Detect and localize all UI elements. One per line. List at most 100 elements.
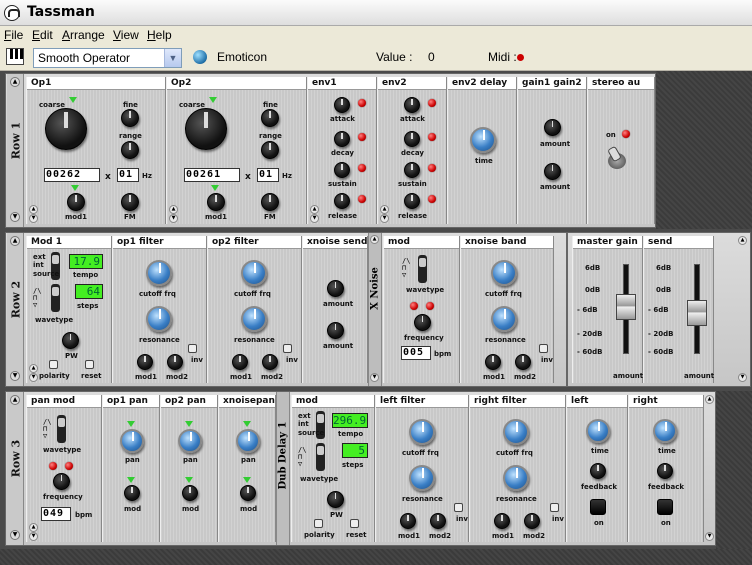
scroll-up-icon[interactable]: ▲ xyxy=(380,205,389,214)
decay-knob[interactable] xyxy=(334,131,350,147)
wavetype-switch[interactable] xyxy=(418,255,427,283)
scroll-up-icon[interactable]: ▲ xyxy=(310,205,319,214)
tempo-display[interactable]: 296.9 xyxy=(332,413,368,428)
frequency-display[interactable]: 00261 xyxy=(184,168,240,182)
frequency-knob[interactable] xyxy=(53,473,70,490)
feedback-knob[interactable] xyxy=(657,463,673,479)
attack-knob[interactable] xyxy=(334,97,350,113)
coarse-knob[interactable] xyxy=(185,108,227,150)
scroll-up-icon[interactable]: ▲ xyxy=(705,395,714,404)
pw-knob[interactable] xyxy=(62,332,79,349)
row-down-arrow[interactable]: ▼ xyxy=(10,530,20,540)
on-toggle-switch[interactable] xyxy=(607,145,626,169)
row-up-arrow[interactable]: ▲ xyxy=(10,77,20,87)
scroll-up-icon[interactable]: ▲ xyxy=(370,235,379,244)
scroll-up-icon[interactable]: ▲ xyxy=(29,205,38,214)
mod2-knob[interactable] xyxy=(262,354,278,370)
reset-button[interactable] xyxy=(350,519,359,528)
menu-view[interactable]: View xyxy=(113,28,139,42)
scroll-down-icon[interactable]: ▼ xyxy=(29,532,38,541)
resonance-knob[interactable] xyxy=(409,465,435,491)
cutoff-knob[interactable] xyxy=(491,260,517,286)
fm-knob[interactable] xyxy=(121,193,139,211)
mod1-knob[interactable] xyxy=(494,513,510,529)
frequency-knob[interactable] xyxy=(414,314,431,331)
bpm-display[interactable]: 049 xyxy=(41,507,71,521)
wavetype-switch[interactable] xyxy=(57,415,66,443)
scroll-down-icon[interactable]: ▼ xyxy=(370,373,379,382)
mod1-knob[interactable] xyxy=(207,193,225,211)
scroll-down-icon[interactable]: ▼ xyxy=(169,214,178,223)
invert-button[interactable] xyxy=(188,344,197,353)
tempo-display[interactable]: 17.9 xyxy=(69,254,103,269)
mod2-knob[interactable] xyxy=(430,513,446,529)
scroll-up-icon[interactable]: ▲ xyxy=(169,205,178,214)
invert-button[interactable] xyxy=(550,503,559,512)
sustain-knob[interactable] xyxy=(334,162,350,178)
send-fader[interactable] xyxy=(687,300,707,326)
pan-knob[interactable] xyxy=(236,429,260,453)
scroll-down-icon[interactable]: ▼ xyxy=(380,214,389,223)
range-knob[interactable] xyxy=(121,141,139,159)
mod-knob[interactable] xyxy=(240,485,256,501)
ratio-display[interactable]: 01 xyxy=(117,168,139,182)
master-gain-fader[interactable] xyxy=(616,294,636,320)
polarity-button[interactable] xyxy=(314,519,323,528)
scroll-down-icon[interactable]: ▼ xyxy=(310,214,319,223)
keyboard-icon[interactable] xyxy=(6,48,24,65)
globe-icon[interactable] xyxy=(193,50,207,64)
cutoff-knob[interactable] xyxy=(241,260,267,286)
coarse-knob[interactable] xyxy=(45,108,87,150)
decay-knob[interactable] xyxy=(404,131,420,147)
mod1-knob[interactable] xyxy=(137,354,153,370)
attack-knob[interactable] xyxy=(404,97,420,113)
release-knob[interactable] xyxy=(404,193,420,209)
pan-knob[interactable] xyxy=(120,429,144,453)
scroll-down-icon[interactable]: ▼ xyxy=(705,532,714,541)
pan-knob[interactable] xyxy=(178,429,202,453)
row-up-arrow[interactable]: ▲ xyxy=(10,395,20,405)
scroll-down-icon[interactable]: ▼ xyxy=(738,373,747,382)
invert-button[interactable] xyxy=(283,344,292,353)
mod2-knob[interactable] xyxy=(524,513,540,529)
release-knob[interactable] xyxy=(334,193,350,209)
mod1-knob[interactable] xyxy=(400,513,416,529)
steps-display[interactable]: 5 xyxy=(342,443,368,458)
feedback-knob[interactable] xyxy=(590,463,606,479)
polarity-button[interactable] xyxy=(49,360,58,369)
invert-button[interactable] xyxy=(454,503,463,512)
resonance-knob[interactable] xyxy=(146,306,172,332)
preset-select[interactable]: Smooth Operator ▼ xyxy=(33,48,182,68)
fine-knob[interactable] xyxy=(121,109,139,127)
mod-knob[interactable] xyxy=(182,485,198,501)
amount-knob[interactable] xyxy=(327,322,344,339)
invert-button[interactable] xyxy=(539,344,548,353)
row-up-arrow[interactable]: ▲ xyxy=(10,236,20,246)
cutoff-knob[interactable] xyxy=(146,260,172,286)
time-knob[interactable] xyxy=(653,419,677,443)
frequency-display[interactable]: 00262 xyxy=(44,168,100,182)
menu-file[interactable]: File xyxy=(4,28,23,42)
fine-knob[interactable] xyxy=(261,109,279,127)
mod1-knob[interactable] xyxy=(67,193,85,211)
bpm-display[interactable]: 005 xyxy=(401,346,431,360)
resonance-knob[interactable] xyxy=(491,306,517,332)
range-knob[interactable] xyxy=(261,141,279,159)
gain1-knob[interactable] xyxy=(544,119,561,136)
mod2-knob[interactable] xyxy=(515,354,531,370)
cutoff-knob[interactable] xyxy=(503,419,529,445)
on-button[interactable] xyxy=(657,499,673,515)
scroll-up-icon[interactable]: ▲ xyxy=(29,523,38,532)
resonance-knob[interactable] xyxy=(503,465,529,491)
mod2-knob[interactable] xyxy=(167,354,183,370)
amount-knob[interactable] xyxy=(327,280,344,297)
wavetype-switch[interactable] xyxy=(316,443,325,471)
cutoff-knob[interactable] xyxy=(409,419,435,445)
reset-button[interactable] xyxy=(85,360,94,369)
menu-help[interactable]: Help xyxy=(147,28,172,42)
steps-display[interactable]: 64 xyxy=(75,284,103,299)
time-knob[interactable] xyxy=(470,127,496,153)
wavetype-switch[interactable] xyxy=(51,284,60,312)
row-down-arrow[interactable]: ▼ xyxy=(10,371,20,381)
menu-arrange[interactable]: Arrange xyxy=(62,28,105,42)
